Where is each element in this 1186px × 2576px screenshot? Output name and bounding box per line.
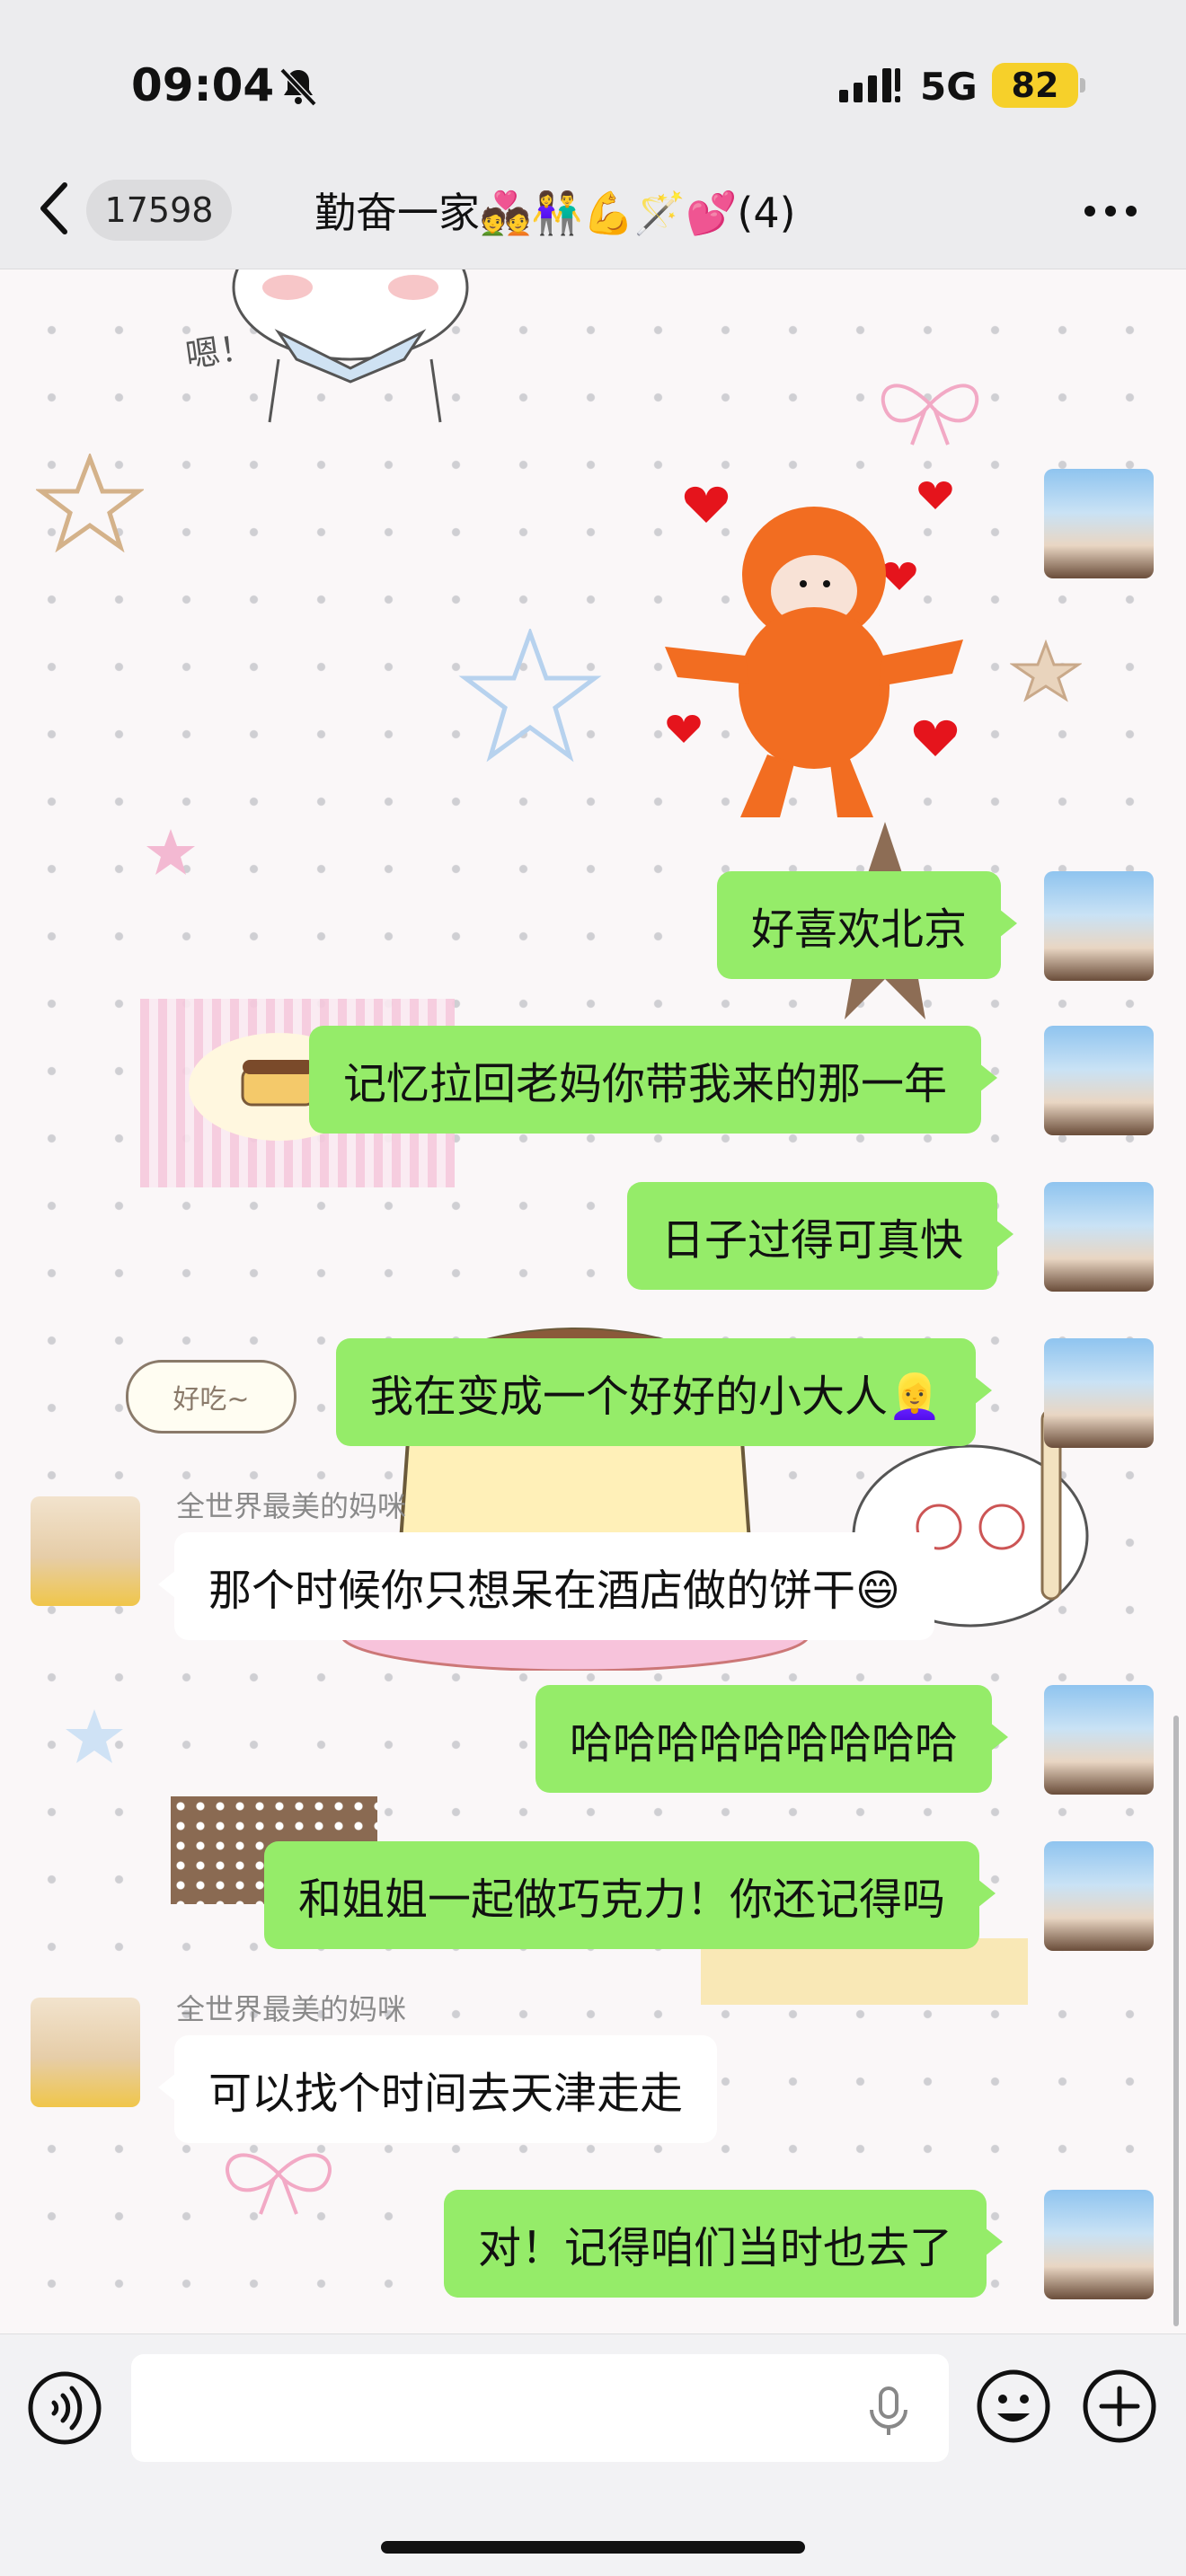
ellipsis-icon[interactable]: [1084, 205, 1137, 217]
battery-level: 82: [1011, 66, 1059, 105]
self-avatar[interactable]: [1044, 2190, 1154, 2299]
self-avatar[interactable]: [1044, 1841, 1154, 1951]
message-bubble-self[interactable]: 日子过得可真快: [627, 1182, 1014, 1290]
mom-avatar[interactable]: [31, 1998, 140, 2107]
message-bubble-self[interactable]: 对！记得咱们当时也去了: [444, 2190, 1004, 2298]
self-avatar[interactable]: [1044, 1182, 1154, 1292]
chat-scrollbar[interactable]: [1173, 1716, 1179, 2326]
sender-name: 全世界最美的妈咪: [176, 1489, 407, 1523]
message-input[interactable]: [131, 2354, 949, 2462]
star-doodle-blue-small: [66, 1709, 123, 1763]
message-bubble-self[interactable]: 我在变成一个好好的小大人👱‍♀️: [336, 1338, 992, 1446]
self-avatar[interactable]: [1044, 1685, 1154, 1795]
network-label: 5G: [920, 65, 978, 109]
plus-icon[interactable]: [1082, 2369, 1157, 2444]
orange-monkey-hearts-sticker[interactable]: [659, 476, 969, 826]
bow-doodle-pink: [226, 2153, 332, 2215]
emoji-icon[interactable]: [976, 2369, 1051, 2444]
doodle-text-yummy: 好吃~: [173, 1384, 250, 1416]
star-doodle: [36, 454, 144, 552]
chevron-left-icon[interactable]: [36, 180, 72, 237]
unread-count: 17598: [104, 190, 214, 230]
voice-icon[interactable]: [27, 2370, 102, 2446]
bow-doodle: [881, 384, 979, 446]
microphone-icon[interactable]: [866, 2386, 911, 2437]
mom-avatar[interactable]: [31, 1496, 140, 1606]
speech-doodle: 好吃~: [126, 1360, 296, 1434]
input-bar: [0, 2333, 1186, 2576]
self-avatar[interactable]: [1044, 1026, 1154, 1135]
message-bubble-self[interactable]: 好喜欢北京: [717, 871, 1018, 979]
battery-indicator: 82: [992, 63, 1085, 108]
doodle-text-en: 嗯！: [182, 326, 257, 376]
message-bubble-self[interactable]: 和姐姐一起做巧克力！你还记得吗: [264, 1841, 996, 1949]
signal-icon: [839, 68, 900, 102]
unread-count-badge[interactable]: 17598: [86, 180, 232, 241]
star-doodle-blue: [458, 629, 602, 763]
message-bubble-self[interactable]: 记忆拉回老妈你带我来的那一年: [309, 1026, 998, 1134]
message-bubble-mom[interactable]: 可以找个时间去天津走走: [157, 2035, 718, 2143]
chat-header: 09:04 5G 82 17598 勤奋一家💑👫💪🪄💕(4): [0, 0, 1186, 269]
chat-title[interactable]: 勤奋一家💑👫💪🪄💕(4): [314, 183, 796, 237]
self-avatar[interactable]: [1044, 1338, 1154, 1448]
home-indicator[interactable]: [381, 2541, 805, 2554]
message-bubble-self[interactable]: 哈哈哈哈哈哈哈哈哈: [535, 1685, 1009, 1793]
self-avatar[interactable]: [1044, 871, 1154, 981]
sender-name: 全世界最美的妈咪: [176, 1992, 407, 2026]
star-doodle-pink: [146, 829, 195, 875]
self-avatar[interactable]: [1044, 469, 1154, 578]
star-doodle-small: [1010, 640, 1082, 702]
message-bubble-mom[interactable]: 那个时候你只想呆在酒店做的饼干😄: [157, 1532, 935, 1640]
bell-muted-icon: [279, 67, 317, 107]
status-time: 09:04: [131, 59, 275, 111]
